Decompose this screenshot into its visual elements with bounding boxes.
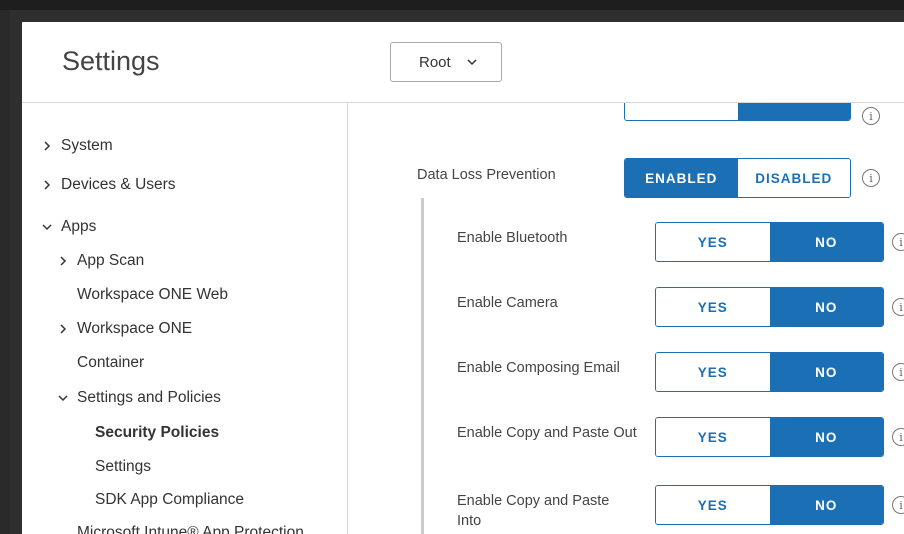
sidebar-item-settings[interactable]: Settings bbox=[95, 458, 151, 476]
info-icon[interactable]: i bbox=[892, 496, 904, 514]
sidebar-item-microsoft-intune-app-protection[interactable]: Microsoft Intune® App Protection bbox=[77, 524, 304, 534]
organization-group-value: Root bbox=[419, 53, 451, 71]
sidebar-item-label: System bbox=[61, 137, 113, 154]
info-icon[interactable]: i bbox=[862, 107, 880, 125]
composing-email-yes-option[interactable]: YES bbox=[656, 353, 770, 391]
bluetooth-no-option[interactable]: NO bbox=[769, 223, 883, 261]
dlp-group-guide-line bbox=[421, 198, 424, 534]
copy-paste-into-yes-option[interactable]: YES bbox=[656, 486, 770, 524]
composing-email-label: Enable Composing Email bbox=[457, 360, 620, 376]
sidebar-item-sdk-app-compliance[interactable]: SDK App Compliance bbox=[95, 491, 244, 509]
window-left-edge bbox=[0, 10, 10, 534]
info-icon[interactable]: i bbox=[862, 169, 880, 187]
dlp-enabled-option[interactable]: ENABLED bbox=[625, 159, 738, 197]
camera-no-option[interactable]: NO bbox=[769, 288, 883, 326]
sidebar-item-label: Settings bbox=[95, 458, 152, 475]
bluetooth-toggle[interactable]: YES NO bbox=[655, 222, 884, 262]
sidebar-item-label: Devices & Users bbox=[61, 176, 176, 193]
page-title: Settings bbox=[62, 46, 160, 76]
sidebar-item-label: Apps bbox=[61, 218, 97, 235]
sidebar-item-workspace-one-web[interactable]: Workspace ONE Web bbox=[77, 286, 228, 304]
camera-label: Enable Camera bbox=[457, 295, 558, 311]
previous-policy-toggle-left-option[interactable] bbox=[625, 103, 738, 120]
copy-paste-out-yes-option[interactable]: YES bbox=[656, 418, 770, 456]
copy-paste-out-no-option[interactable]: NO bbox=[769, 418, 883, 456]
sidebar-item-workspace-one[interactable]: Workspace ONE bbox=[58, 320, 192, 338]
chevron-right-icon bbox=[58, 256, 68, 266]
previous-policy-toggle[interactable] bbox=[624, 103, 851, 121]
settings-panel: Settings Root System Devices & Users App… bbox=[22, 22, 904, 534]
sidebar-item-apps[interactable]: Apps bbox=[42, 218, 96, 236]
sidebar-item-label: Microsoft Intune® App Protection bbox=[77, 524, 304, 534]
chevron-down-icon bbox=[42, 222, 52, 232]
sidebar-item-label: Security Policies bbox=[95, 424, 220, 441]
sidebar-item-label: Settings and Policies bbox=[77, 389, 221, 406]
dlp-label: Data Loss Prevention bbox=[417, 167, 556, 183]
copy-paste-into-no-option[interactable]: NO bbox=[769, 486, 883, 524]
chevron-right-icon bbox=[42, 180, 52, 190]
chevron-right-icon bbox=[58, 324, 68, 334]
sidebar-item-label: Container bbox=[77, 354, 145, 371]
dlp-disabled-option[interactable]: DISABLED bbox=[737, 159, 850, 197]
chevron-down-icon bbox=[467, 57, 477, 67]
settings-sidebar: System Devices & Users Apps App Scan Wor… bbox=[22, 103, 348, 534]
security-policies-content: i Data Loss Prevention ENABLED DISABLED … bbox=[349, 103, 904, 534]
copy-paste-into-toggle[interactable]: YES NO bbox=[655, 485, 884, 525]
copy-paste-out-toggle[interactable]: YES NO bbox=[655, 417, 884, 457]
previous-policy-toggle-right-option[interactable] bbox=[737, 103, 850, 120]
copy-paste-out-label: Enable Copy and Paste Out bbox=[457, 425, 637, 441]
bluetooth-label: Enable Bluetooth bbox=[457, 230, 568, 246]
sidebar-item-label: App Scan bbox=[77, 252, 145, 269]
sidebar-item-label: SDK App Compliance bbox=[95, 491, 245, 508]
composing-email-no-option[interactable]: NO bbox=[769, 353, 883, 391]
info-icon[interactable]: i bbox=[892, 233, 904, 251]
sidebar-item-devices-users[interactable]: Devices & Users bbox=[42, 176, 176, 194]
sidebar-item-security-policies[interactable]: Security Policies bbox=[95, 424, 219, 442]
copy-paste-into-label: Enable Copy and Paste Into bbox=[457, 493, 610, 529]
sidebar-item-container[interactable]: Container bbox=[77, 354, 144, 372]
camera-yes-option[interactable]: YES bbox=[656, 288, 770, 326]
dlp-toggle[interactable]: ENABLED DISABLED bbox=[624, 158, 851, 198]
sidebar-item-label: Workspace ONE bbox=[77, 320, 193, 337]
organization-group-selector[interactable]: Root bbox=[390, 42, 502, 82]
sidebar-item-system[interactable]: System bbox=[42, 137, 113, 155]
sidebar-item-settings-and-policies[interactable]: Settings and Policies bbox=[58, 389, 221, 407]
info-icon[interactable]: i bbox=[892, 298, 904, 316]
composing-email-toggle[interactable]: YES NO bbox=[655, 352, 884, 392]
info-icon[interactable]: i bbox=[892, 363, 904, 381]
window-top-bar bbox=[0, 0, 904, 10]
info-icon[interactable]: i bbox=[892, 428, 904, 446]
camera-toggle[interactable]: YES NO bbox=[655, 287, 884, 327]
sidebar-item-app-scan[interactable]: App Scan bbox=[58, 252, 144, 270]
settings-header: Settings Root bbox=[22, 22, 904, 103]
bluetooth-yes-option[interactable]: YES bbox=[656, 223, 770, 261]
chevron-right-icon bbox=[42, 141, 52, 151]
chevron-down-icon bbox=[58, 393, 68, 403]
sidebar-item-label: Workspace ONE Web bbox=[77, 286, 229, 303]
